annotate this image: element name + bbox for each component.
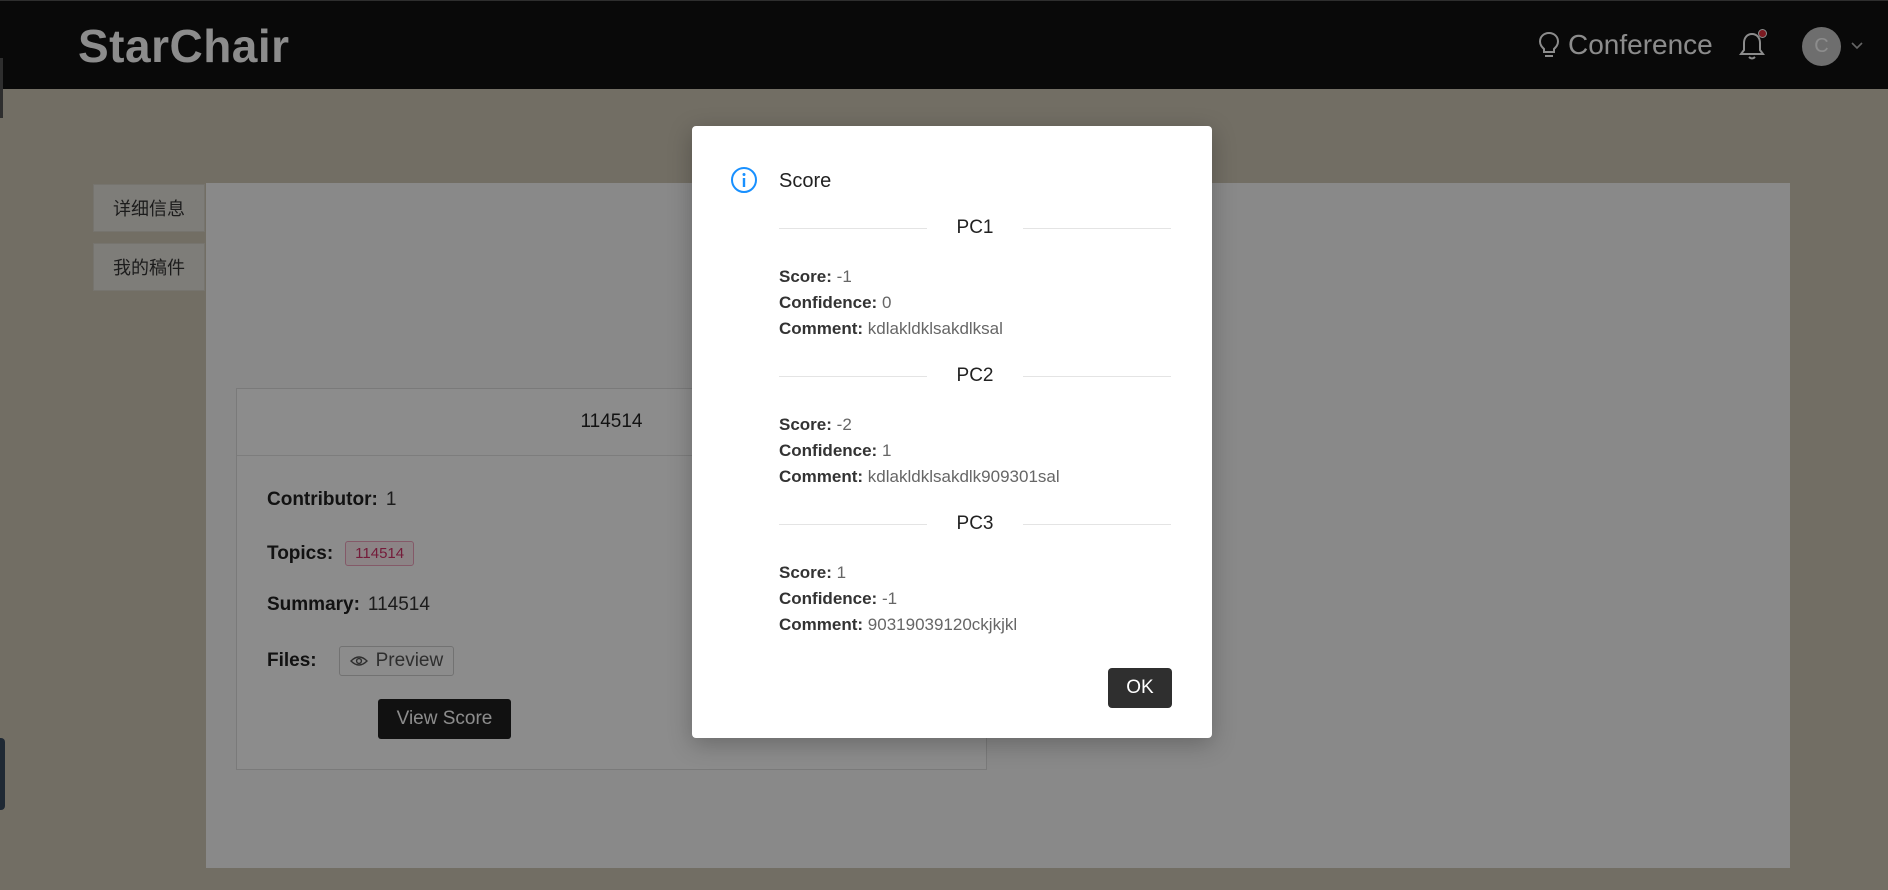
- confidence-field: Confidence: 0: [779, 290, 1171, 316]
- info-icon: [731, 167, 757, 193]
- confidence-label: Confidence:: [779, 293, 878, 312]
- reviewer-name: PC3: [956, 513, 994, 534]
- score-field: Score: -2: [779, 412, 1171, 438]
- review-divider: PC1: [779, 216, 1171, 240]
- modal-title: Score: [779, 170, 832, 192]
- comment-value: 90319039120ckjkjkl: [867, 615, 1018, 634]
- confidence-label: Confidence:: [779, 441, 878, 460]
- review-section: PC1 Score: -1 Confidence: 0 Comment: kdl…: [779, 216, 1171, 342]
- confidence-label: Confidence:: [779, 589, 878, 608]
- score-field: Score: -1: [779, 264, 1171, 290]
- score-label: Score:: [779, 267, 832, 286]
- score-value: 1: [836, 563, 847, 582]
- comment-field: Comment: kdlakldklsakdlksal: [779, 316, 1171, 342]
- reviewer-name: PC1: [956, 217, 994, 238]
- comment-field: Comment: kdlakldklsakdlk909301sal: [779, 464, 1171, 490]
- app-root: StarChair Conference C 详细信息 我的稿件 114514 …: [0, 0, 1888, 890]
- confidence-field: Confidence: 1: [779, 438, 1171, 464]
- confidence-value: 0: [881, 293, 892, 312]
- confidence-field: Confidence: -1: [779, 586, 1171, 612]
- score-modal: Score PC1 Score: -1 Confidence: 0 Commen…: [692, 126, 1212, 738]
- ok-button[interactable]: OK: [1108, 668, 1172, 708]
- score-value: -2: [836, 415, 852, 434]
- score-label: Score:: [779, 415, 832, 434]
- review-section: PC2 Score: -2 Confidence: 1 Comment: kdl…: [779, 364, 1171, 490]
- review-section: PC3 Score: 1 Confidence: -1 Comment: 903…: [779, 512, 1171, 638]
- score-label: Score:: [779, 563, 832, 582]
- review-divider: PC2: [779, 364, 1171, 388]
- confidence-value: -1: [881, 589, 898, 608]
- comment-field: Comment: 90319039120ckjkjkl: [779, 612, 1171, 638]
- score-field: Score: 1: [779, 560, 1171, 586]
- comment-value: kdlakldklsakdlksal: [867, 319, 1003, 338]
- comment-label: Comment:: [779, 615, 864, 634]
- review-divider: PC3: [779, 512, 1171, 536]
- comment-label: Comment:: [779, 319, 864, 338]
- comment-value: kdlakldklsakdlk909301sal: [867, 467, 1060, 486]
- score-value: -1: [836, 267, 852, 286]
- confidence-value: 1: [881, 441, 892, 460]
- reviewer-name: PC2: [956, 365, 994, 386]
- comment-label: Comment:: [779, 467, 864, 486]
